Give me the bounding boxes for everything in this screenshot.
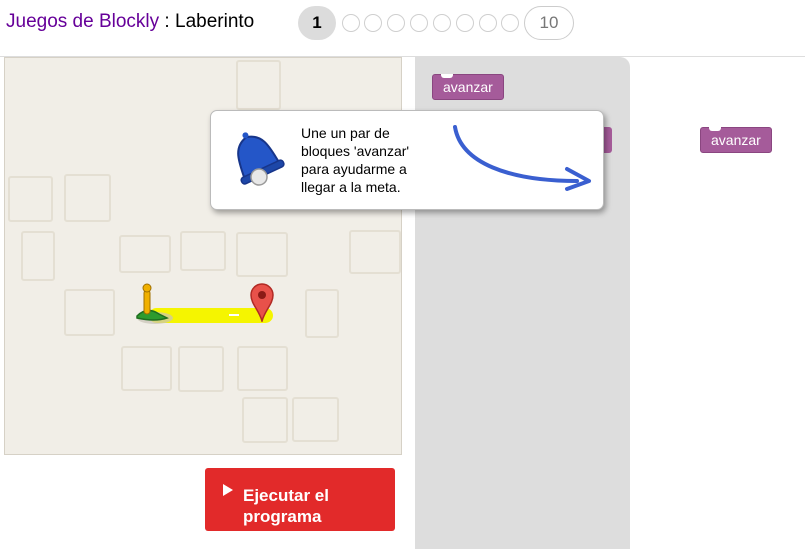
maze-wall: [236, 232, 288, 277]
maze-wall: [21, 231, 55, 281]
run-program-button[interactable]: Ejecutar el programa: [205, 468, 395, 531]
maze-wall: [121, 346, 172, 391]
maze-wall: [8, 176, 53, 222]
level-dot[interactable]: [501, 14, 519, 32]
maze-wall: [349, 230, 401, 274]
page-title: Juegos de Blockly : Laberinto: [6, 11, 254, 33]
level-current-button[interactable]: 1: [298, 6, 336, 40]
title-separator: :: [159, 11, 175, 32]
arrow-icon: [453, 125, 591, 191]
maze-wall: [242, 397, 288, 443]
maze-wall: [180, 231, 226, 271]
level-dot[interactable]: [342, 14, 360, 32]
hint-bubble: Une un par de bloques 'avanzar' para ayu…: [210, 110, 604, 210]
maze-wall: [178, 346, 224, 392]
maze-wall: [236, 60, 281, 110]
workspace[interactable]: avanzar: [630, 57, 805, 549]
play-icon: [223, 484, 233, 496]
level-dot[interactable]: [456, 14, 474, 32]
header: Juegos de Blockly : Laberinto 1 10: [0, 0, 805, 57]
level-dot[interactable]: [410, 14, 428, 32]
bell-icon: [237, 132, 285, 186]
level-last-button[interactable]: 10: [524, 6, 574, 40]
run-button-label-1: Ejecutar el: [243, 485, 329, 505]
maze-wall: [292, 397, 339, 442]
maze-wall: [119, 235, 171, 273]
hint-text: Une un par de bloques 'avanzar' para ayu…: [301, 125, 410, 195]
workspace-block-avanzar[interactable]: avanzar: [700, 127, 772, 153]
toolbox-block-avanzar[interactable]: avanzar: [432, 74, 504, 100]
level-dot[interactable]: [364, 14, 382, 32]
goal-marker-icon: [250, 283, 274, 322]
level-dot[interactable]: [479, 14, 497, 32]
maze-wall: [305, 289, 339, 338]
maze-wall: [64, 174, 111, 222]
path-marker: [229, 314, 239, 316]
maze-title: Laberinto: [175, 11, 255, 32]
maze-wall: [237, 346, 288, 391]
pegman-icon: [136, 283, 173, 324]
block-label: avanzar: [711, 132, 761, 148]
app-title-link[interactable]: Juegos de Blockly: [6, 11, 159, 32]
run-button-label-2: programa: [243, 506, 322, 526]
level-dot[interactable]: [387, 14, 405, 32]
maze-wall: [64, 289, 115, 336]
level-dot[interactable]: [433, 14, 451, 32]
block-label: avanzar: [443, 79, 493, 95]
